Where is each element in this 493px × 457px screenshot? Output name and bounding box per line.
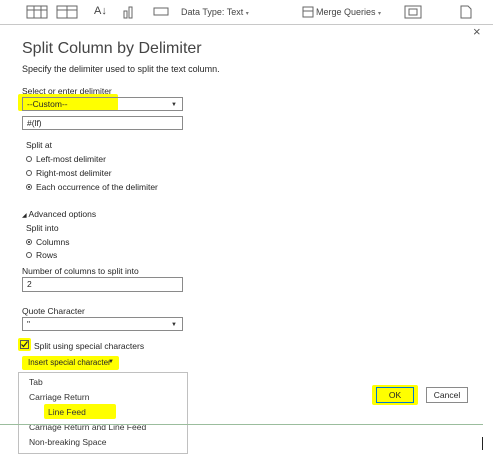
close-icon[interactable]: × [473,24,481,39]
quote-character-value: " [27,319,31,329]
chevron-down-icon: ▼ [171,322,177,328]
grid-icon[interactable] [404,5,422,19]
merge-queries-label: Merge Queries [316,7,376,17]
table-icon[interactable] [26,5,48,19]
insert-special-character-label: Insert special character [28,358,111,367]
merge-icon [302,6,314,18]
radio-icon [26,169,32,176]
menu-item-tab[interactable]: Tab [29,377,43,387]
data-type-dropdown[interactable]: Data Type: Text ▾ [181,7,249,17]
split-into-rows[interactable]: Rows [26,250,57,260]
cancel-button[interactable]: Cancel [426,387,468,403]
radio-icon [26,251,32,258]
insert-special-character-button[interactable]: Insert special character ▼ [22,356,119,370]
split-at-option-label: Left-most delimiter [36,154,106,164]
special-characters-checkbox[interactable] [20,340,29,349]
data-type-label: Data Type: Text [181,7,244,17]
menu-item-carriage-return[interactable]: Carriage Return [29,392,89,402]
chevron-down-icon: ▾ [245,11,249,17]
split-at-each-occurrence[interactable]: Each occurrence of the delimiter [26,182,158,192]
split-at-right-most[interactable]: Right-most delimiter [26,168,112,178]
quote-character-select[interactable]: " ▼ [22,317,183,331]
special-characters-label: Split using special characters [34,341,145,351]
document-icon[interactable] [458,5,474,19]
dialog-title: Split Column by Delimiter [22,40,202,57]
chevron-down-icon: ▾ [378,11,382,17]
split-into-label: Split into [26,223,59,233]
column-chart-icon[interactable] [122,5,138,19]
chevron-down-icon: ▼ [171,102,177,108]
sort-icon[interactable]: A↓ [94,5,107,17]
menu-item-non-breaking-space[interactable]: Non-breaking Space [29,437,107,447]
dialog-subtitle: Specify the delimiter used to split the … [22,64,220,74]
advanced-options-label: Advanced options [28,209,97,219]
transform-icon[interactable] [153,5,169,19]
merge-queries-button[interactable]: Merge Queries ▾ [316,7,381,17]
radio-icon [26,155,32,162]
checkmark-icon [21,341,28,348]
split-at-option-label: Right-most delimiter [36,168,112,178]
custom-delimiter-input[interactable]: #(lf) [22,116,183,130]
split-at-label: Split at [26,140,52,150]
triangle-down-icon: ◢ [22,213,27,219]
delimiter-select-value: --Custom-- [27,99,68,109]
chevron-down-icon: ▼ [108,359,114,365]
num-columns-input[interactable]: 2 [22,277,183,292]
split-into-option-label: Columns [36,237,70,247]
radio-selected-icon [26,183,32,190]
text-cursor [482,437,483,450]
split-table-icon[interactable] [56,5,78,19]
split-into-columns[interactable]: Columns [26,237,70,247]
split-at-left-most[interactable]: Left-most delimiter [26,154,106,164]
menu-item-line-feed[interactable]: Line Feed [48,407,86,417]
delimiter-select[interactable]: --Custom-- ▼ [22,97,183,111]
divider [0,424,483,425]
radio-selected-icon [26,238,32,245]
ok-button[interactable]: OK [376,387,414,403]
split-at-option-label: Each occurrence of the delimiter [36,182,158,192]
split-into-option-label: Rows [36,250,58,260]
quote-character-label: Quote Character [22,306,85,316]
advanced-options-toggle[interactable]: ◢ Advanced options [22,209,96,219]
num-columns-label: Number of columns to split into [22,266,139,276]
ribbon-toolbar: A↓ Data Type: Text ▾ Merge Queries ▾ [0,0,493,25]
